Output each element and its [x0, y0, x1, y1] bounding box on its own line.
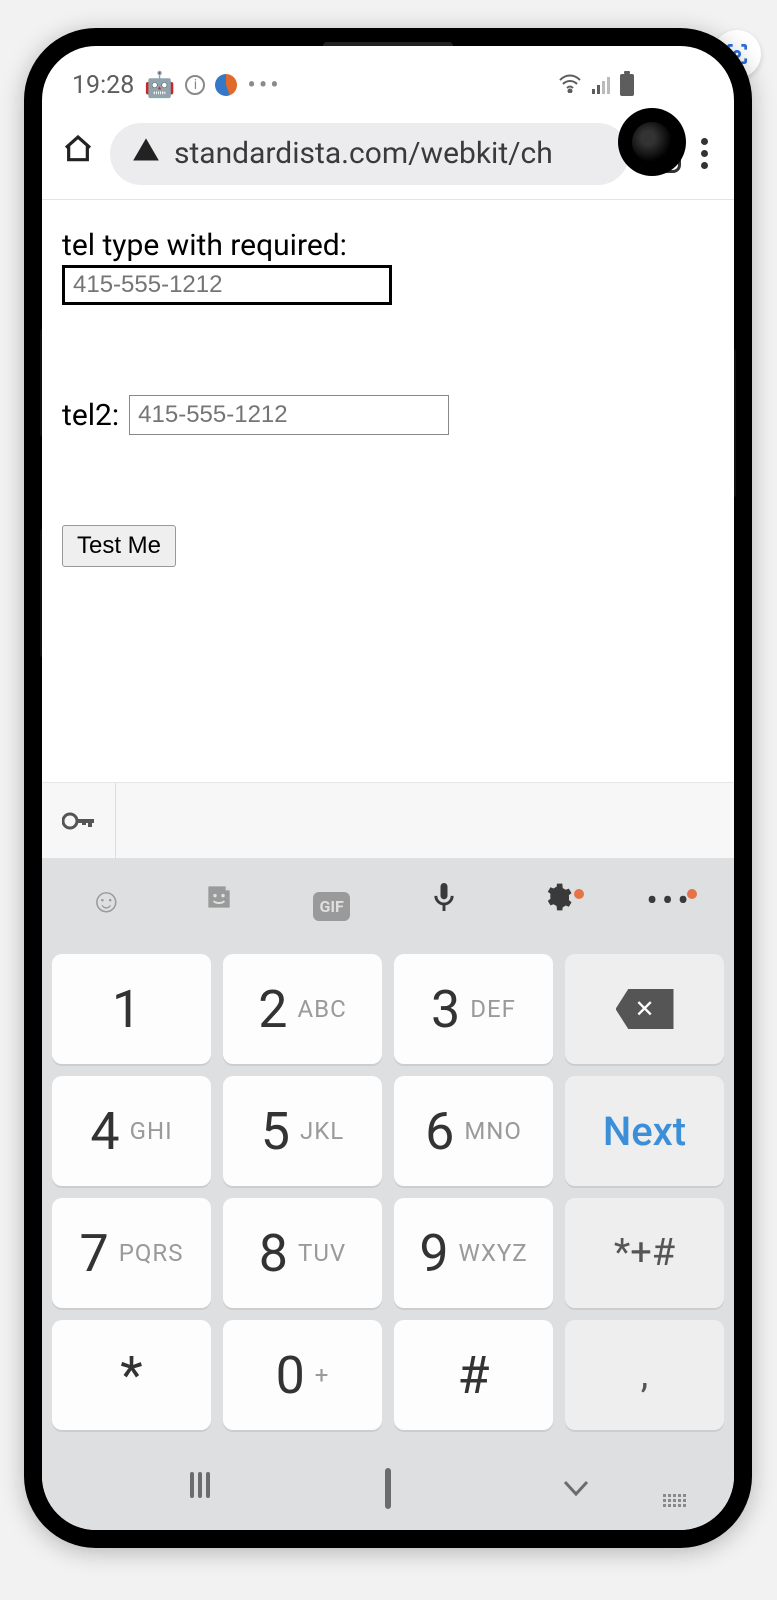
numeric-keypad: 1 2ABC 3DEF ✕ 4GHI 5JKL 6MNO Next 7PQRS …: [42, 944, 734, 1446]
nav-keyboard-switch-button[interactable]: [644, 1470, 704, 1507]
more-notifications-icon: •••: [247, 71, 281, 100]
clock: 19:28: [72, 71, 134, 100]
key-star[interactable]: *: [52, 1320, 211, 1430]
address-bar[interactable]: standardista.com/webkit/ch: [110, 123, 629, 185]
webpage-content: tel type with required: tel2: Test Me: [42, 200, 734, 577]
url-text: standardista.com/webkit/ch: [174, 136, 553, 171]
keyboard-suggestion-strip: [42, 782, 734, 858]
test-me-button[interactable]: Test Me: [62, 525, 176, 567]
keyboard-toolbar: ☺ GIF •••: [42, 858, 734, 944]
browser-menu-button[interactable]: [695, 138, 714, 169]
nav-back-button[interactable]: [546, 1471, 606, 1506]
gif-icon[interactable]: GIF: [297, 881, 367, 921]
nav-home-button[interactable]: [358, 1471, 418, 1506]
key-backspace[interactable]: ✕: [565, 954, 724, 1064]
keyboard-more-icon[interactable]: •••: [635, 881, 705, 921]
tel1-input[interactable]: [62, 265, 392, 305]
signal-icon: [592, 76, 610, 94]
tel1-label: tel type with required:: [62, 228, 714, 263]
wifi-icon: [558, 71, 582, 100]
key-hash[interactable]: #: [394, 1320, 553, 1430]
battery-icon: [620, 74, 634, 96]
key-5[interactable]: 5JKL: [223, 1076, 382, 1186]
password-key-icon[interactable]: [42, 783, 116, 858]
key-0[interactable]: 0+: [223, 1320, 382, 1430]
suggestion-area[interactable]: [116, 783, 734, 858]
key-9[interactable]: 9WXYZ: [394, 1198, 553, 1308]
key-symbols[interactable]: *+#: [565, 1198, 724, 1308]
android-icon: 🤖: [144, 71, 175, 100]
key-8[interactable]: 8TUV: [223, 1198, 382, 1308]
phone-frame: 19:28 🤖 i •••: [24, 28, 752, 1548]
key-1[interactable]: 1: [52, 954, 211, 1064]
key-4[interactable]: 4GHI: [52, 1076, 211, 1186]
mic-icon[interactable]: [409, 880, 479, 923]
nav-recents-button[interactable]: [170, 1471, 230, 1506]
key-7[interactable]: 7PQRS: [52, 1198, 211, 1308]
key-3[interactable]: 3DEF: [394, 954, 553, 1064]
system-nav-bar: [42, 1446, 734, 1530]
tel2-input[interactable]: [129, 395, 449, 435]
emoji-icon[interactable]: ☺: [71, 881, 141, 921]
keyboard-settings-icon[interactable]: [522, 881, 592, 922]
browser-app-icon: [215, 74, 237, 96]
not-secure-icon: [132, 136, 160, 172]
sticker-icon[interactable]: [184, 881, 254, 922]
key-comma[interactable]: ,: [565, 1320, 724, 1430]
home-icon[interactable]: [62, 133, 96, 174]
status-bar: 19:28 🤖 i •••: [42, 46, 734, 110]
key-6[interactable]: 6MNO: [394, 1076, 553, 1186]
info-icon: i: [185, 75, 205, 95]
camera-cutout: [618, 108, 686, 176]
key-next[interactable]: Next: [565, 1076, 724, 1186]
tel2-label: tel2:: [62, 398, 119, 433]
key-2[interactable]: 2ABC: [223, 954, 382, 1064]
